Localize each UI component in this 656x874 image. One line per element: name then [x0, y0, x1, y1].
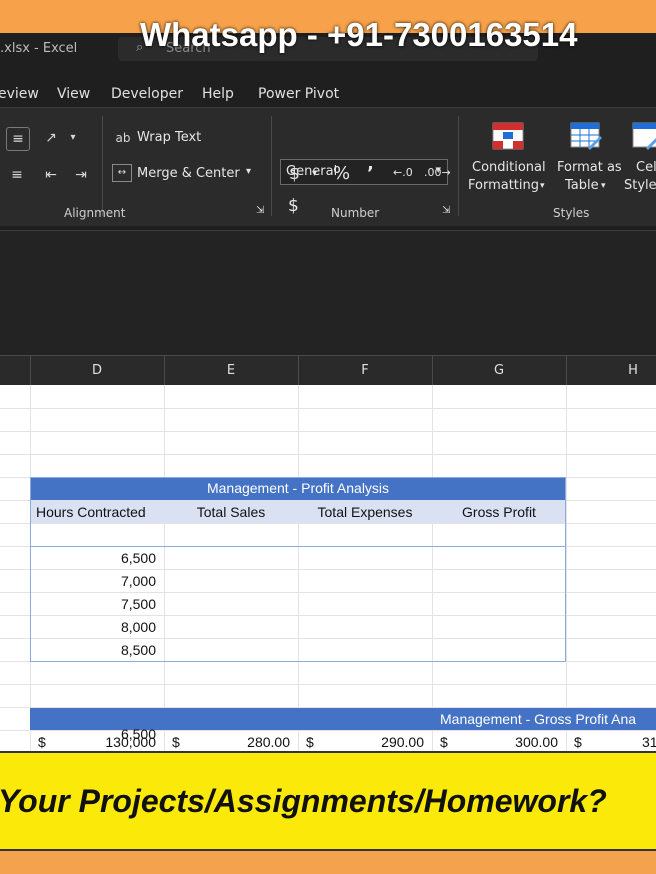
number-launcher-icon[interactable]: ⇲	[442, 205, 450, 216]
format-as-table-label-1[interactable]: Format as	[557, 160, 622, 175]
align-right-icon[interactable]: ≡	[6, 164, 28, 186]
currency-dropdown-icon[interactable]: ▾	[312, 168, 317, 179]
hours-cell[interactable]: 7,500	[30, 596, 156, 612]
alignment-group-label: Alignment	[64, 206, 126, 220]
file-name: .xlsx - Excel	[0, 41, 78, 56]
styles-group-label: Styles	[553, 206, 590, 220]
increase-indent-icon[interactable]: ⇥	[70, 164, 92, 186]
hours-cell[interactable]: 8,500	[30, 642, 156, 658]
column-header-e[interactable]: E	[164, 363, 298, 378]
separator	[458, 116, 459, 216]
promo-banner: Your Projects/Assignments/Homework?	[0, 751, 656, 851]
column-header-h[interactable]: H	[566, 363, 656, 378]
comma-style-button[interactable]: ’	[367, 163, 374, 184]
row-value[interactable]: 290.00	[298, 734, 424, 750]
conditional-formatting-icon	[492, 122, 524, 150]
decrease-indent-icon[interactable]: ⇤	[40, 164, 62, 186]
menu-bar: eview View Developer Help Power Pivot	[0, 81, 656, 107]
format-as-table-label-2[interactable]: Table	[565, 178, 599, 193]
number-group-label: Number	[331, 206, 380, 220]
format-as-table-icon	[570, 122, 602, 150]
column-headers: D E F G H	[0, 355, 656, 386]
promo-banner-text: Your Projects/Assignments/Homework?	[0, 783, 607, 819]
hours-cell[interactable]: 6,500	[30, 726, 156, 742]
conditional-formatting-label-1[interactable]: Conditional	[472, 160, 546, 175]
wrap-text-button[interactable]: Wrap Text	[137, 130, 201, 145]
cell-styles-label-1[interactable]: Cel	[636, 160, 656, 175]
excel-window: .xlsx - Excel ⌕ Search eview View Develo…	[0, 33, 656, 751]
conditional-formatting-label-2[interactable]: Formatting	[468, 178, 539, 193]
chevron-down-icon[interactable]: ▾	[540, 181, 545, 191]
currency-symbol: $	[574, 734, 582, 750]
whatsapp-watermark: Whatsapp - +91-7300163514	[140, 16, 578, 53]
tab-view[interactable]: View	[57, 86, 90, 102]
currency-button[interactable]: $	[288, 196, 299, 216]
worksheet-grid[interactable]: Management - Profit Analysis Hours Contr…	[0, 385, 656, 751]
tab-help[interactable]: Help	[202, 86, 234, 102]
column-header-f[interactable]: F	[298, 363, 432, 378]
separator	[271, 116, 272, 216]
chevron-down-icon[interactable]: ▾	[62, 127, 84, 149]
chevron-down-icon[interactable]: ▾	[601, 181, 606, 191]
alignment-launcher-icon[interactable]: ⇲	[256, 205, 264, 216]
currency-button[interactable]: $	[289, 164, 300, 184]
decrease-decimal-icon[interactable]: .00→	[424, 166, 451, 179]
hours-cell[interactable]: 6,500	[30, 550, 156, 566]
cell-styles-icon	[632, 122, 656, 150]
row-value[interactable]: 300.00	[432, 734, 558, 750]
gross-profit-title: Management - Gross Profit Ana	[440, 711, 637, 727]
hours-cell[interactable]: 7,000	[30, 573, 156, 589]
merge-dropdown-icon[interactable]: ▾	[246, 166, 251, 177]
wrap-text-icon: ab	[115, 131, 131, 145]
orientation-icon[interactable]: ↗	[40, 127, 62, 149]
number-format-select[interactable]: General ▾	[280, 159, 448, 185]
separator	[102, 116, 103, 216]
merge-center-button[interactable]: Merge & Center	[137, 166, 240, 181]
hours-cell[interactable]: 8,000	[30, 619, 156, 635]
cell-styles-label-2[interactable]: Styles	[624, 178, 656, 193]
ribbon: ≡ ↗ ▾ ≡ ⇤ ⇥ ab Wrap Text ↔ Merge & Cente…	[0, 107, 656, 226]
formula-area	[0, 230, 656, 356]
row-value[interactable]: 31	[642, 734, 656, 750]
percent-button[interactable]: %	[333, 163, 350, 184]
column-header-g[interactable]: G	[432, 363, 566, 378]
column-header-d[interactable]: D	[30, 363, 164, 378]
tab-review[interactable]: eview	[0, 86, 39, 102]
row-value[interactable]: 280.00	[164, 734, 290, 750]
align-justify-icon[interactable]: ≡	[6, 127, 30, 151]
merge-center-icon: ↔	[112, 164, 132, 182]
tab-power-pivot[interactable]: Power Pivot	[258, 86, 339, 102]
increase-decimal-icon[interactable]: ←.0	[393, 166, 413, 179]
tab-developer[interactable]: Developer	[111, 86, 183, 102]
